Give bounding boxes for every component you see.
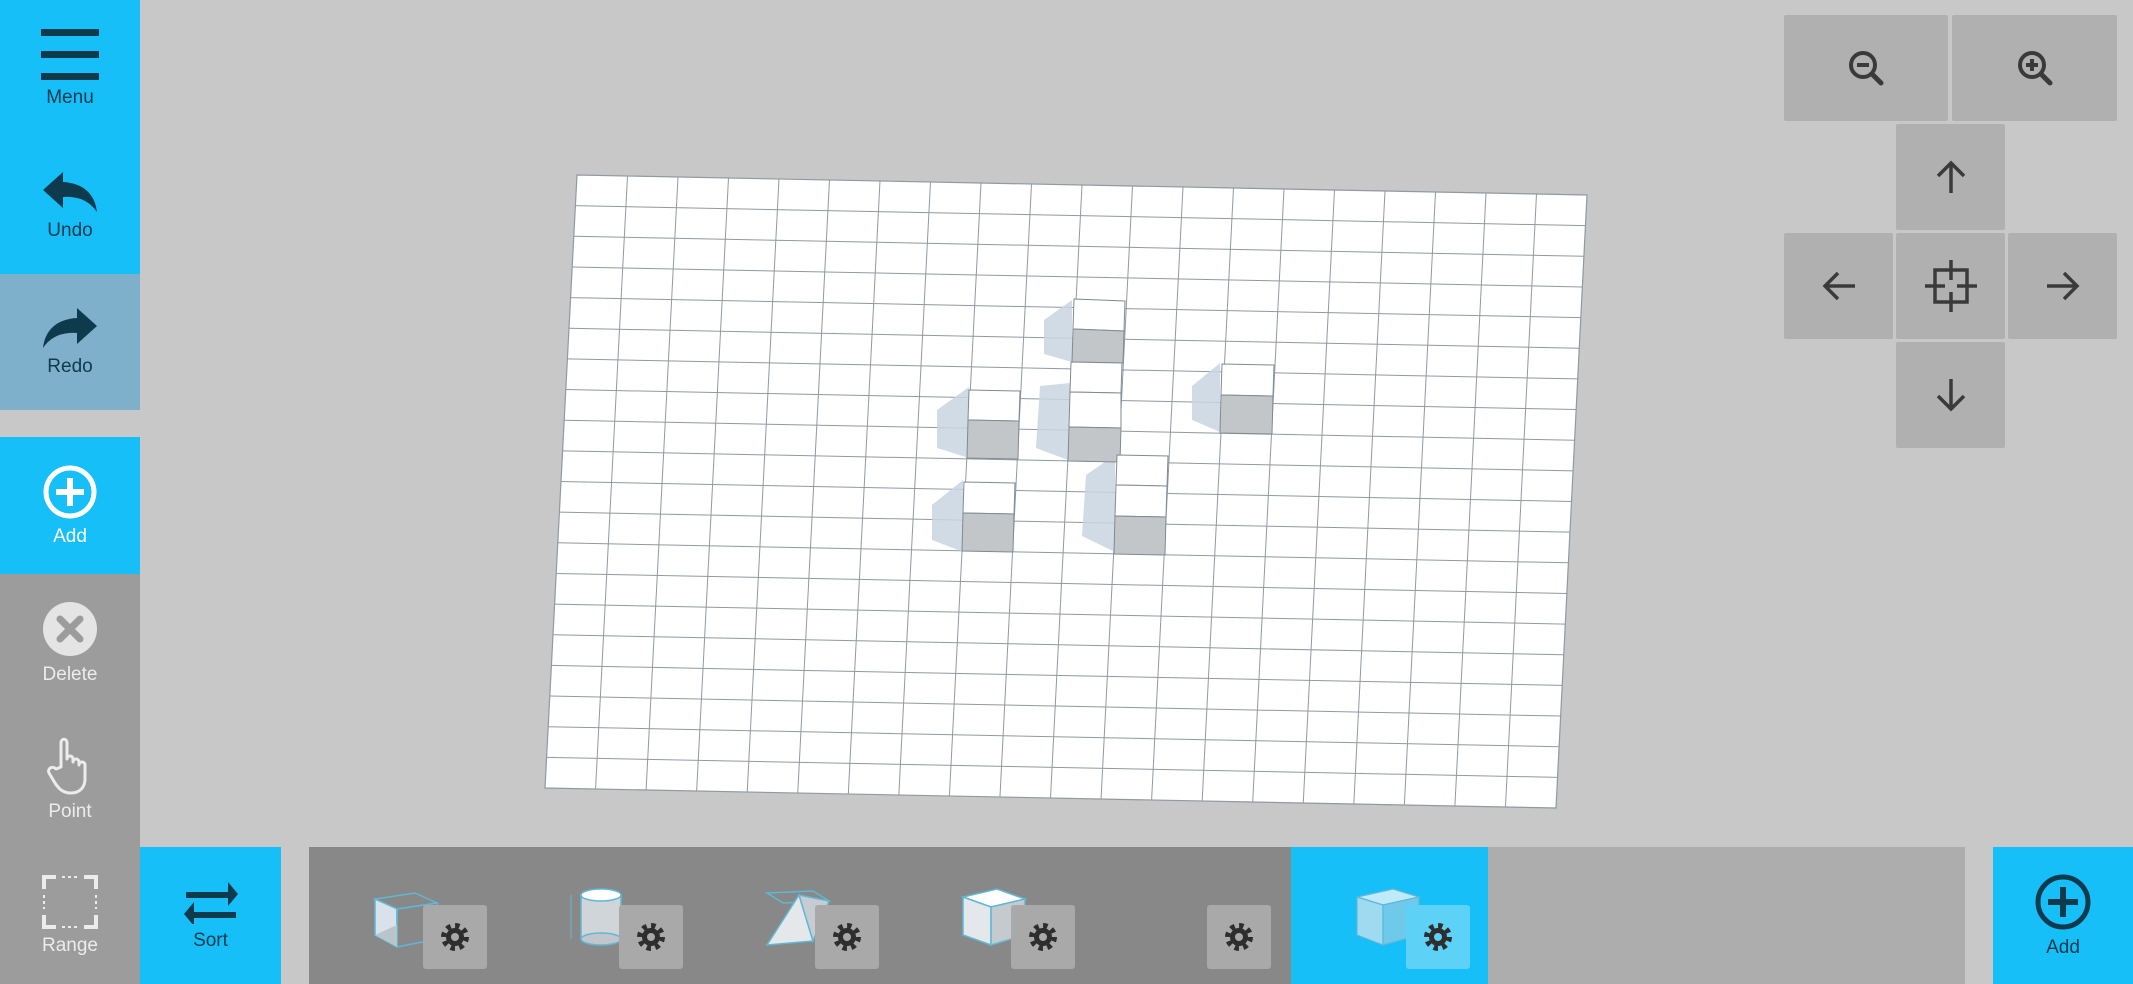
delete-mode-label: Delete [42,663,98,685]
arrow-down-icon [1936,379,1965,412]
shape-slot-wedge[interactable] [897,847,1093,984]
shape-slot-empty[interactable] [1093,847,1289,984]
center-view-button[interactable] [1896,233,2005,339]
shape-settings-button[interactable] [423,905,487,969]
add-mode-label: Add [53,525,87,547]
arrow-left-icon [1822,271,1855,301]
pointer-hand-icon [47,737,87,794]
sort-button[interactable]: Sort [140,847,281,984]
pan-left-button[interactable] [1784,233,1893,339]
voxel-canvas[interactable] [0,0,2133,984]
add-circle-icon [2035,874,2091,929]
gear-icon [1225,923,1253,951]
gear-icon [1029,923,1057,951]
pan-up-button[interactable] [1896,124,2005,230]
shape-slot-prism[interactable] [701,847,897,984]
delete-mode-button[interactable]: Delete [0,574,140,711]
center-icon [1924,260,1977,312]
shape-settings-button[interactable] [815,905,879,969]
shape-settings-button[interactable] [1207,905,1271,969]
pan-down-button[interactable] [1896,342,2005,448]
shape-slot-cube[interactable] [309,847,505,984]
menu-label: Menu [46,86,94,108]
gear-icon [441,923,469,951]
pan-right-button[interactable] [2008,233,2117,339]
range-mode-button[interactable]: Range [0,848,140,984]
shape-palette [309,847,1965,984]
point-mode-label: Point [48,800,92,822]
point-mode-button[interactable]: Point [0,711,140,848]
shape-slot-cylinder[interactable] [505,847,701,984]
undo-icon [43,171,97,212]
shape-slot-selected-cube[interactable] [1291,847,1488,984]
add-shape-label: Add [2046,936,2080,958]
zoom-out-icon [1849,51,1884,86]
sort-label: Sort [193,929,228,951]
gear-icon [637,923,665,951]
delete-icon [43,601,97,656]
zoom-out-button[interactable] [1784,15,1948,121]
range-select-icon [42,875,98,929]
shape-settings-button[interactable] [1011,905,1075,969]
add-mode-button[interactable]: Add [0,437,140,574]
undo-button[interactable]: Undo [0,137,140,274]
swap-arrows-icon [183,881,238,924]
gear-icon [1424,923,1452,951]
shape-settings-button[interactable] [619,905,683,969]
range-mode-label: Range [42,935,98,956]
arrow-up-icon [1936,160,1965,193]
redo-button[interactable]: Redo [0,274,140,410]
add-circle-icon [43,465,97,518]
undo-label: Undo [47,219,93,241]
redo-label: Redo [47,356,93,377]
gear-icon [833,923,861,951]
add-shape-button[interactable]: Add [1993,847,2133,984]
redo-icon [43,308,97,348]
arrow-right-icon [2046,271,2079,301]
menu-icon [41,28,99,80]
shape-settings-button[interactable] [1406,905,1470,969]
zoom-in-icon [2017,51,2052,86]
zoom-in-button[interactable] [1952,15,2117,121]
menu-button[interactable]: Menu [0,0,140,137]
